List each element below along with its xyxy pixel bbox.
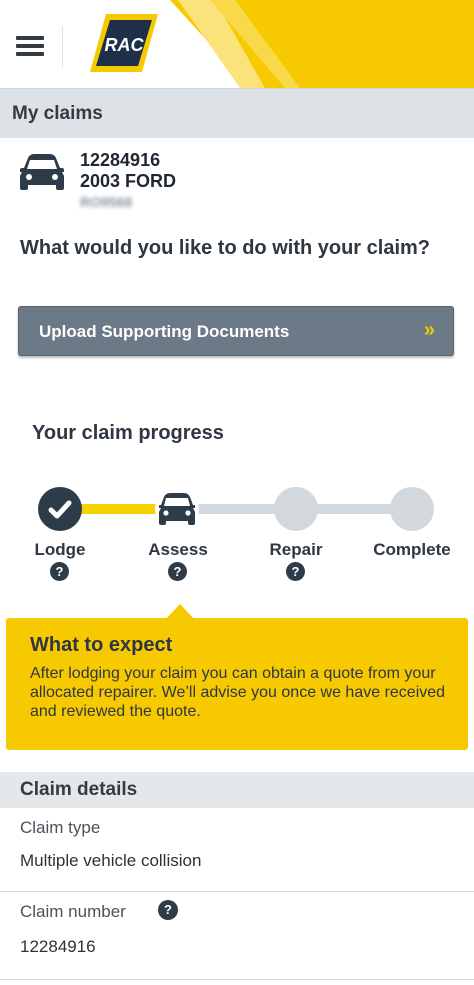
claim-number-help-icon[interactable]: ? — [158, 900, 178, 920]
claim-type-field: Claim type Multiple vehicle collision — [0, 808, 474, 892]
claim-number-value: 12284916 — [20, 937, 96, 956]
step-repair-label: Repair — [269, 540, 323, 559]
page-title: My claims — [12, 103, 103, 124]
repair-help-icon[interactable]: ? — [286, 562, 305, 581]
step-lodge-label: Lodge — [34, 540, 86, 559]
car-icon — [159, 493, 195, 525]
what-to-expect-panel: What to expect After lodging your claim … — [6, 618, 468, 750]
claim-number-field: Claim number ? 12284916 — [0, 892, 474, 980]
header-brand-stripe — [170, 0, 474, 88]
expect-title: What to expect — [30, 634, 173, 656]
claim-type-value: Multiple vehicle collision — [20, 851, 202, 870]
claim-details-header: Claim details — [0, 772, 474, 808]
step-complete-label: Complete — [373, 540, 451, 559]
expect-pointer — [166, 604, 194, 619]
app-header: RAC — [0, 0, 474, 88]
vehicle-description: 2003 FORD — [80, 171, 177, 191]
assess-help-icon[interactable]: ? — [168, 562, 187, 581]
rac-logo[interactable]: RAC — [84, 10, 164, 76]
progress-title: Your claim progress — [32, 422, 224, 444]
double-chevron-right-icon: » — [423, 319, 435, 341]
vehicle-details: 12284916 2003 FORD RO9568 — [80, 150, 176, 213]
claim-details-title: Claim details — [20, 779, 138, 800]
header-divider — [62, 26, 63, 68]
claim-number-label: Claim number — [20, 902, 126, 921]
step-complete-indicator — [390, 487, 434, 531]
step-lodge-indicator — [38, 487, 82, 531]
check-icon — [48, 500, 72, 519]
claim-action-question: What would you like to do with your clai… — [20, 237, 431, 259]
upload-documents-button[interactable]: Upload Supporting Documents » — [18, 306, 454, 356]
claim-type-label: Claim type — [20, 818, 101, 837]
step-assess-label: Assess — [148, 540, 208, 559]
lodge-help-icon[interactable]: ? — [50, 562, 69, 581]
vehicle-registration: RO9568 — [80, 194, 133, 210]
svg-text:RAC: RAC — [105, 35, 145, 55]
step-assess-indicator — [155, 487, 199, 531]
step-repair-indicator — [274, 487, 318, 531]
expect-body: After lodging your claim you can obtain … — [30, 665, 446, 720]
vehicle-claim-id: 12284916 — [80, 150, 161, 170]
upload-documents-label: Upload Supporting Documents — [39, 322, 290, 341]
hamburger-menu-icon[interactable] — [16, 36, 44, 58]
page-title-bar: My claims — [0, 88, 474, 138]
vehicle-summary: 12284916 2003 FORD RO9568 — [18, 148, 458, 214]
car-icon — [20, 154, 64, 190]
